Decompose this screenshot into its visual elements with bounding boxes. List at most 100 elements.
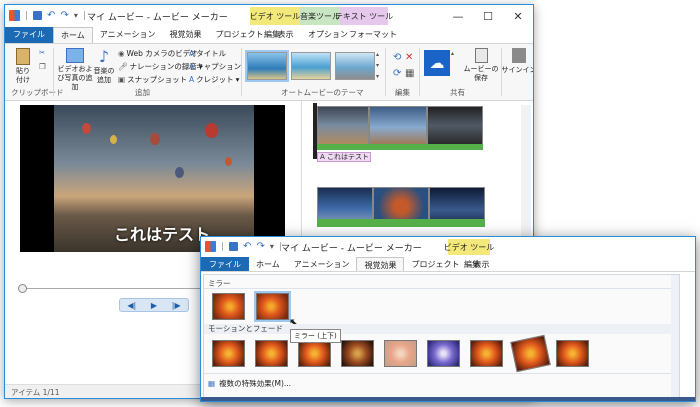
sign-in-button[interactable]: サインイン [502, 48, 533, 75]
onedrive-icon[interactable]: ☁ [424, 50, 450, 76]
undo-icon[interactable]: ↶ [243, 241, 251, 252]
save-icon[interactable] [229, 242, 239, 251]
theme-scroll[interactable]: ▴ ▾ ▾ [376, 50, 379, 81]
play-icon[interactable]: ▶ [151, 301, 157, 310]
popup-tab-visual-effects[interactable]: 視覚効果 [356, 257, 405, 271]
tab-format[interactable]: フォーマット [342, 27, 404, 42]
title-button[interactable]: A タイトル [189, 48, 226, 59]
close-button[interactable]: ✕ [503, 5, 533, 27]
context-text-tools: テキスト ツール [335, 7, 393, 25]
add-music-button[interactable]: ♪ 音楽の追加 [93, 48, 115, 85]
group-add-label: 追加 [135, 88, 150, 97]
redo-icon[interactable]: ↷ [60, 10, 68, 21]
paste-button[interactable]: 貼り付け [11, 48, 35, 85]
redo-icon[interactable]: ↷ [256, 241, 264, 252]
popup-title-bar: | ↶ ↷ ▾ | マイ ムービー - ムービー メーカー ビデオ ツール [201, 237, 695, 257]
effect-motion-3[interactable] [298, 340, 331, 367]
effects-gallery: ミラー ⬉ ミラー (上下) モーションとフェード ▦ 複数の特殊効果(M)..… [203, 274, 680, 398]
qat-dropdown-icon[interactable]: ▾ [270, 242, 274, 251]
popup-tab-file[interactable]: ファイル [201, 257, 249, 271]
audio-track[interactable] [317, 144, 483, 150]
caption-track[interactable]: A これはテスト [317, 152, 371, 162]
clipboard-icon [16, 48, 30, 65]
window-title: マイ ムービー - ムービー メーカー [87, 13, 228, 23]
popup-tab-home[interactable]: ホーム [249, 257, 287, 271]
effect-motion-7[interactable] [470, 340, 503, 367]
remove-icon[interactable]: ✕ [405, 52, 413, 63]
minimize-button[interactable]: — [443, 5, 473, 27]
effect-motion-6[interactable] [427, 340, 460, 367]
save-icon[interactable] [33, 11, 43, 20]
group-themes-label: オートムービーのテーマ [281, 88, 364, 97]
theme-thumbnail-1[interactable] [245, 50, 289, 82]
ribbon-tabs: ファイル ホーム アニメーション 視覚効果 プロジェクト 表示 編集 オプション… [5, 27, 533, 43]
gallery-scrollbar[interactable] [671, 275, 679, 397]
multiple-effects-button[interactable]: ▦ 複数の特殊効果(M)... [208, 378, 291, 389]
effect-motion-2[interactable] [255, 340, 288, 367]
effect-motion-1[interactable] [212, 340, 245, 367]
next-frame-icon[interactable]: |▶ [172, 301, 181, 310]
save-movie-button[interactable]: ムービーの保存 [463, 48, 499, 83]
select-all-icon[interactable]: ▦ [405, 68, 414, 79]
effect-motion-8[interactable] [510, 334, 551, 373]
group-share-label: 共有 [450, 88, 465, 97]
save-movie-icon [474, 48, 488, 63]
credit-button[interactable]: A クレジット ▾ [189, 74, 239, 85]
group-edit-label: 編集 [395, 88, 410, 97]
balloon-shape [175, 167, 184, 178]
app-icon [9, 10, 20, 21]
group-clipboard-label: クリップボード [11, 88, 64, 97]
balloon-shape [82, 123, 91, 134]
user-icon [512, 48, 526, 63]
tab-edit[interactable]: 編集 [257, 27, 287, 42]
maximize-button[interactable]: ☐ [473, 5, 503, 27]
popup-context-video-tools: ビデオ ツール [444, 239, 494, 255]
motion-section-label: モーションとフェード [204, 324, 679, 334]
balloon-shape [225, 157, 232, 166]
tab-visual-effects[interactable]: 視覚効果 [162, 27, 208, 43]
ribbon: 貼り付け ✂ ❐ クリップボード ビデオおよび写真の追加 ♪ 音楽の追加 ◉ We… [5, 43, 533, 101]
app-icon [205, 241, 216, 252]
context-video-tools: ビデオ ツール [250, 7, 300, 25]
popup-ribbon-tabs: ファイル ホーム アニメーション 視覚効果 プロジェクト 表示 編集 [201, 257, 695, 272]
popup-tab-edit[interactable]: 編集 [457, 257, 487, 272]
timeline-clip[interactable] [317, 106, 369, 145]
rotate-left-icon[interactable]: ⟲ [393, 52, 401, 63]
balloon-shape [110, 135, 117, 144]
caption-button[interactable]: A キャプション [189, 61, 241, 72]
audio-track[interactable] [317, 219, 485, 227]
timeline-clip[interactable] [369, 106, 427, 145]
title-bar: | ↶ ↷ ▾ | マイ ムービー - ムービー メーカー ビデオ ツール 音楽… [5, 5, 533, 27]
effect-mirror-horizontal[interactable] [212, 293, 245, 320]
theme-thumbnail-2[interactable] [291, 52, 331, 80]
playback-controls: ◀| ▶ |▶ [119, 298, 189, 312]
cut-icon[interactable]: ✂ [39, 48, 45, 57]
copy-icon[interactable]: ❐ [39, 62, 46, 71]
effect-motion-9[interactable] [556, 340, 589, 367]
share-scroll[interactable]: ▴ [451, 50, 454, 57]
undo-icon[interactable]: ↶ [47, 10, 55, 21]
credit-icon: A [189, 75, 195, 84]
popup-tab-animation[interactable]: アニメーション [287, 257, 357, 271]
timeline-clip[interactable] [427, 106, 483, 145]
effect-motion-5[interactable] [384, 340, 417, 367]
tab-animation[interactable]: アニメーション [93, 27, 163, 43]
theme-thumbnail-3[interactable] [335, 52, 375, 80]
add-video-photo-button[interactable]: ビデオおよび写真の追加 [57, 48, 93, 92]
effects-icon: ▦ [208, 379, 216, 388]
popup-window-title: マイ ムービー - ムービー メーカー [281, 244, 422, 254]
tab-home[interactable]: ホーム [53, 27, 93, 43]
effect-motion-4[interactable] [341, 340, 374, 367]
title-icon: A [189, 49, 195, 58]
tab-file[interactable]: ファイル [5, 27, 53, 43]
camera-icon: ▣ [118, 75, 126, 84]
effect-mirror-vertical[interactable] [254, 291, 291, 322]
qat-dropdown-icon[interactable]: ▾ [74, 11, 78, 20]
previous-frame-icon[interactable]: ◀| [127, 301, 136, 310]
snapshot-button[interactable]: ▣ スナップショット [118, 74, 187, 85]
webcam-video-button[interactable]: ◉ Web カメラのビデオ [118, 48, 198, 59]
rotate-right-icon[interactable]: ⟳ [393, 68, 401, 79]
seek-handle[interactable] [18, 284, 27, 293]
webcam-icon: ◉ [118, 49, 125, 58]
video-preview[interactable]: これはテスト [20, 105, 285, 252]
